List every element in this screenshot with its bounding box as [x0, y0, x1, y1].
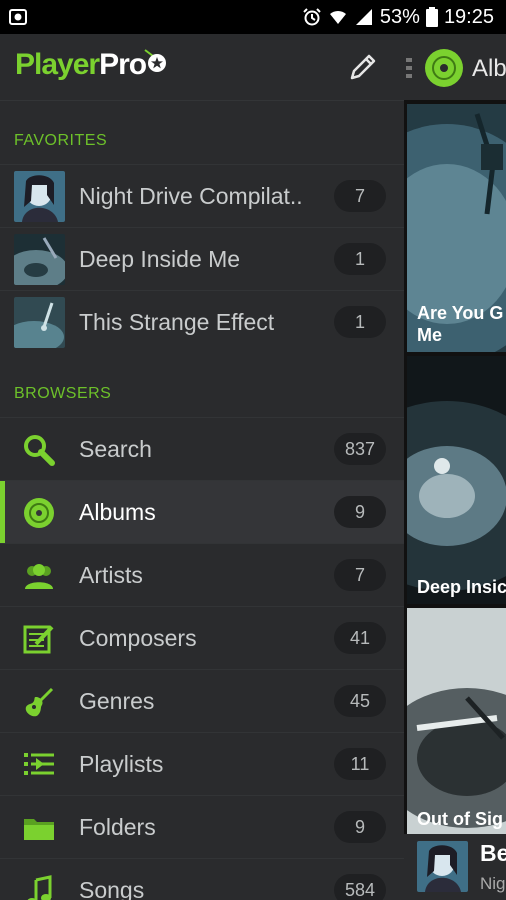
- navigation-drawer: PlayerPro FAVORITES Night Drive Compilat…: [0, 34, 404, 900]
- browser-label: Albums: [79, 499, 156, 525]
- favorite-item[interactable]: Deep Inside Me 1: [0, 227, 404, 291]
- browser-item-playlists[interactable]: Playlists 11: [0, 732, 404, 796]
- browser-count: 45: [334, 685, 386, 717]
- album-caption: Deep Insic: [417, 577, 506, 597]
- browser-label: Artists: [79, 562, 143, 588]
- browser-count: 11: [334, 748, 386, 780]
- browser-label: Songs: [79, 877, 145, 900]
- signal-icon: [355, 9, 372, 25]
- playerpro-logo: PlayerPro: [15, 48, 166, 82]
- browser-item-artists[interactable]: Artists 7: [0, 543, 404, 607]
- now-playing-bar[interactable]: Be Nig: [404, 834, 506, 900]
- browser-count: 837: [334, 433, 386, 465]
- albums-toolbar: Alb: [404, 34, 506, 100]
- browser-label: Search: [79, 436, 152, 462]
- folder-icon: [24, 819, 54, 840]
- browser-count: 9: [334, 811, 386, 843]
- album-cover: [407, 356, 506, 604]
- favorite-count: 1: [334, 306, 386, 338]
- favorites-section-title: FAVORITES: [14, 132, 108, 149]
- favorite-count: 7: [334, 180, 386, 212]
- favorite-count: 1: [334, 243, 386, 275]
- albums-panel: Alb Are You G Me Deep Insic Out of Sig: [404, 34, 506, 900]
- now-playing-title: Be: [480, 840, 506, 866]
- album-disc-icon: [425, 49, 463, 87]
- favorite-item[interactable]: This Strange Effect 1: [0, 290, 404, 354]
- album-cover: [407, 608, 506, 836]
- active-indicator: [0, 481, 5, 544]
- albums-title: Alb: [472, 55, 506, 82]
- browser-item-albums[interactable]: Albums 9: [0, 480, 404, 544]
- composers-icon: [23, 625, 54, 654]
- alarm-icon: [303, 8, 321, 26]
- album-tile[interactable]: Deep Insic: [407, 356, 506, 604]
- browsers-section-title: BROWSERS: [14, 385, 112, 402]
- playlist-thumbnail: [14, 171, 65, 222]
- browser-item-search[interactable]: Search 837: [0, 417, 404, 481]
- status-bar: 53% 19:25: [0, 0, 506, 34]
- drawer-header: PlayerPro: [0, 34, 404, 101]
- clock: 19:25: [443, 5, 494, 28]
- album-disc-icon: [24, 498, 54, 528]
- playlist-thumbnail: [14, 297, 65, 348]
- browser-label: Genres: [79, 688, 155, 714]
- album-tile[interactable]: Out of Sig: [407, 608, 506, 836]
- drawer-handle-icon[interactable]: [406, 56, 412, 80]
- browser-item-songs[interactable]: Songs 584: [0, 858, 404, 900]
- album-caption: Are You G Me: [417, 303, 504, 345]
- now-playing-subtitle: Nig: [480, 874, 506, 893]
- battery-icon: [425, 7, 438, 27]
- guitar-icon: [25, 687, 54, 717]
- playlist-thumbnail: [14, 234, 65, 285]
- browser-count: 584: [334, 874, 386, 900]
- favorite-label: This Strange Effect: [79, 309, 275, 335]
- browser-item-folders[interactable]: Folders 9: [0, 795, 404, 859]
- favorite-label: Night Drive Compilat..: [79, 183, 303, 209]
- playlist-icon: [24, 753, 54, 775]
- browser-item-genres[interactable]: Genres 45: [0, 669, 404, 733]
- favorite-item[interactable]: Night Drive Compilat.. 7: [0, 164, 404, 228]
- music-note-icon: [27, 875, 52, 900]
- search-icon: [24, 435, 55, 466]
- screenshot-notification-icon: [9, 9, 27, 25]
- browser-count: 41: [334, 622, 386, 654]
- album-tile[interactable]: Are You G Me: [407, 104, 506, 352]
- favorite-label: Deep Inside Me: [79, 246, 241, 272]
- edit-pencil-icon[interactable]: [348, 52, 378, 82]
- browser-label: Composers: [79, 625, 197, 651]
- artists-icon: [25, 564, 53, 589]
- browser-count: 9: [334, 496, 386, 528]
- browser-count: 7: [334, 559, 386, 591]
- album-caption: Out of Sig: [417, 809, 503, 829]
- browser-label: Playlists: [79, 751, 164, 777]
- now-playing-artwork: [417, 841, 468, 892]
- status-indicators: 53% 19:25: [302, 5, 494, 29]
- battery-percentage: 53%: [379, 5, 420, 28]
- wifi-icon: [329, 10, 346, 24]
- browser-item-composers[interactable]: Composers 41: [0, 606, 404, 670]
- browser-label: Folders: [79, 814, 156, 840]
- logo-star-icon: [144, 49, 166, 72]
